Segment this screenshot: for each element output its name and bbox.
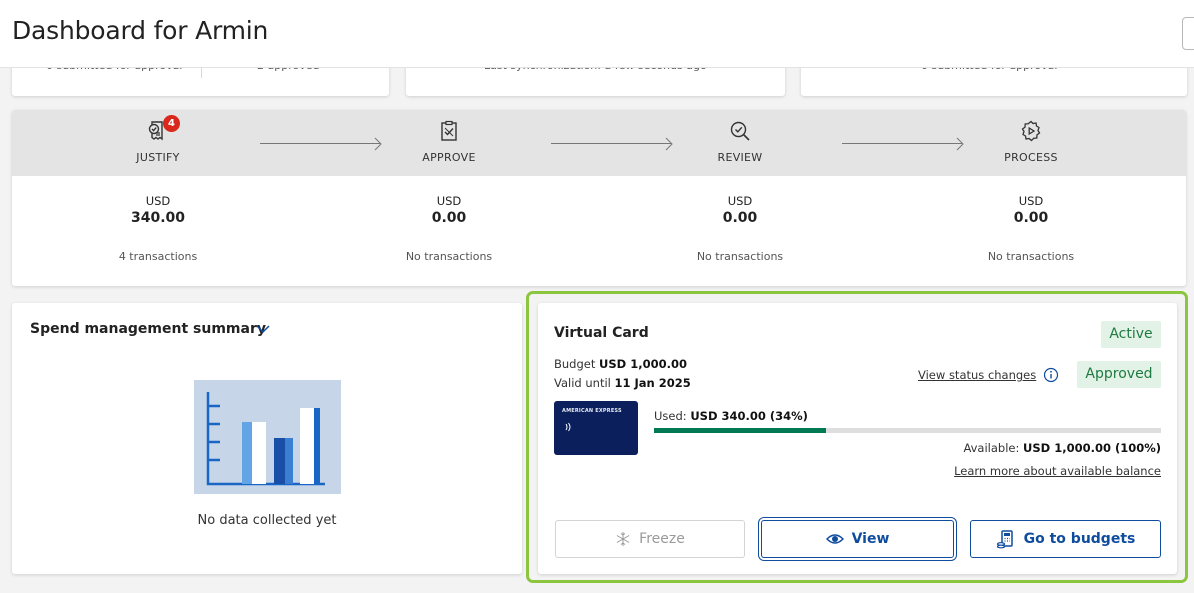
step-transactions: 4 transactions xyxy=(118,250,198,263)
budget-progress-fill xyxy=(654,428,827,433)
notification-badge: 4 xyxy=(163,115,180,132)
info-icon[interactable] xyxy=(1043,367,1059,383)
valid-until-label: Valid until xyxy=(554,376,611,390)
used-label: Used: xyxy=(654,409,687,423)
status-badge-approved: Approved xyxy=(1077,361,1161,388)
snowflake-icon xyxy=(616,532,630,546)
used-value: USD 340.00 (34%) xyxy=(690,409,808,423)
freeze-label: Freeze xyxy=(639,531,685,547)
workflow-panel: 4 JUSTIFY USD 340.00 4 transactions APPR… xyxy=(12,110,1186,286)
available-value: USD 1,000.00 (100%) xyxy=(1023,441,1161,455)
step-amount: 340.00 xyxy=(130,210,186,226)
spend-summary-card: Spend management summary No data collect… xyxy=(12,303,522,574)
budget-value: USD 1,000.00 xyxy=(599,357,687,371)
step-label: REVIEW xyxy=(717,151,763,164)
bar-chart-icon xyxy=(206,392,325,486)
available-label: Available: xyxy=(963,441,1020,455)
step-amount: 0.00 xyxy=(1013,210,1049,226)
step-transactions: No transactions xyxy=(405,250,493,263)
contactless-icon xyxy=(565,422,571,432)
step-amount: 0.00 xyxy=(431,210,467,226)
empty-state-text: No data collected yet xyxy=(197,513,337,528)
view-status-changes-link[interactable]: View status changes xyxy=(918,368,1036,382)
step-currency: USD xyxy=(436,194,462,208)
workflow-arrow xyxy=(551,137,673,151)
go-to-budgets-label: Go to budgets xyxy=(1023,531,1136,547)
step-label: PROCESS xyxy=(1004,151,1058,164)
page-header: Dashboard for Armin xyxy=(0,0,1194,68)
budget-label: Budget xyxy=(554,357,596,371)
card-brand: AMERICAN EXPRESS xyxy=(562,408,622,414)
view-label: View xyxy=(851,531,890,547)
used-amount-text: Used: USD 340.00 (34%) xyxy=(654,409,808,423)
available-amount-text: Available: USD 1,000.00 (100%) xyxy=(963,441,1161,455)
step-transactions: No transactions xyxy=(696,250,784,263)
eye-icon xyxy=(825,534,844,544)
magnify-check-icon xyxy=(730,121,750,141)
budget-text: Budget USD 1,000.00 xyxy=(554,357,687,371)
step-label: JUSTIFY xyxy=(136,151,180,164)
workflow-step-justify[interactable]: 4 JUSTIFY USD 340.00 4 transactions xyxy=(88,110,228,286)
chevron-down-icon[interactable] xyxy=(255,322,271,336)
clipboard-check-icon xyxy=(441,120,457,141)
status-badge-active: Active xyxy=(1101,321,1161,348)
view-button[interactable]: View xyxy=(761,520,954,558)
go-to-budgets-button[interactable]: Go to budgets xyxy=(970,520,1161,558)
freeze-button[interactable]: Freeze xyxy=(555,520,745,558)
valid-until-value: 11 Jan 2025 xyxy=(614,376,691,390)
workflow-step-process[interactable]: PROCESS USD 0.00 No transactions xyxy=(961,110,1101,286)
step-currency: USD xyxy=(727,194,753,208)
budget-calculator-icon xyxy=(996,530,1013,549)
valid-until-text: Valid until 11 Jan 2025 xyxy=(554,376,691,390)
spend-summary-title[interactable]: Spend management summary xyxy=(30,321,266,337)
workflow-step-approve[interactable]: APPROVE USD 0.00 No transactions xyxy=(379,110,519,286)
workflow-step-review[interactable]: REVIEW USD 0.00 No transactions xyxy=(670,110,810,286)
card-image: AMERICAN EXPRESS xyxy=(554,401,638,455)
header-action-button[interactable] xyxy=(1182,17,1194,50)
empty-chart-illustration xyxy=(194,380,341,494)
workflow-arrow xyxy=(842,137,964,151)
step-amount: 0.00 xyxy=(722,210,758,226)
step-currency: USD xyxy=(1018,194,1044,208)
virtual-card-panel: Virtual Card Active Budget USD 1,000.00 … xyxy=(538,303,1177,574)
step-transactions: No transactions xyxy=(987,250,1075,263)
virtual-card-title: Virtual Card xyxy=(554,325,649,341)
page-title: Dashboard for Armin xyxy=(12,16,269,45)
step-label: APPROVE xyxy=(422,151,476,164)
step-currency: USD xyxy=(145,194,171,208)
learn-more-link[interactable]: Learn more about available balance xyxy=(954,464,1161,478)
gear-play-icon xyxy=(1021,120,1041,142)
budget-progress-bar xyxy=(654,428,1161,433)
workflow-arrow xyxy=(260,137,382,151)
